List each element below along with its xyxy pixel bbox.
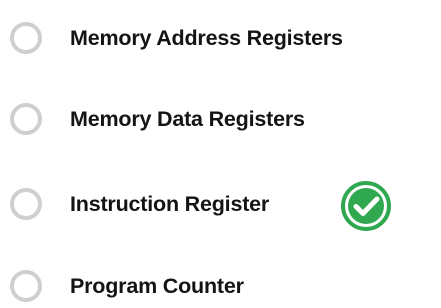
option-memory-address-registers[interactable]: Memory Address Registers (0, 16, 441, 60)
option-program-counter[interactable]: Program Counter (0, 264, 441, 308)
option-memory-data-registers[interactable]: Memory Data Registers (0, 97, 441, 141)
radio-button-icon[interactable] (10, 22, 42, 54)
option-label: Instruction Register (70, 191, 270, 216)
radio-button-icon[interactable] (10, 188, 42, 220)
check-circle-icon (341, 181, 391, 231)
option-label: Memory Data Registers (70, 106, 305, 131)
option-label: Memory Address Registers (70, 25, 343, 50)
radio-button-icon[interactable] (10, 270, 42, 302)
option-label: Program Counter (70, 273, 244, 298)
radio-button-icon[interactable] (10, 103, 42, 135)
